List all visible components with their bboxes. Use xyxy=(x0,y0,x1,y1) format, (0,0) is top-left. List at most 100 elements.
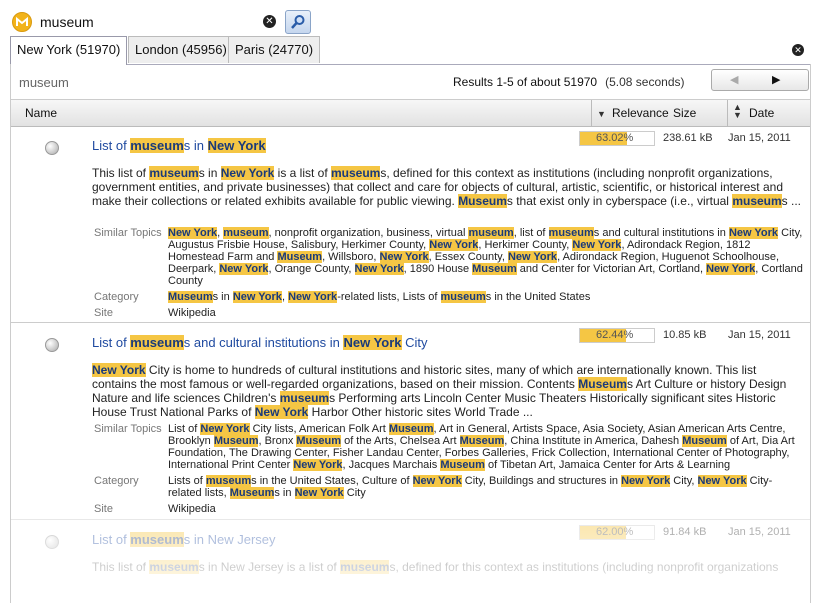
column-size[interactable]: Size xyxy=(673,106,696,120)
sort-descending-icon[interactable]: ▼ xyxy=(597,109,606,119)
results-count: Results 1-5 of about 51970 xyxy=(453,75,598,89)
highlighted-term: New York xyxy=(507,251,558,263)
tab-new-york[interactable]: New York (51970) xyxy=(10,36,128,65)
result-row[interactable]: List of museums in New York 63.02% 238.6… xyxy=(11,126,810,323)
highlighted-term: museum xyxy=(279,391,330,405)
result-date: Jan 15, 2011 xyxy=(728,132,791,144)
category-value: Museums in New York, New York-related li… xyxy=(168,291,591,303)
relevance-value: 62.44% xyxy=(596,329,634,341)
highlighted-term: New York xyxy=(429,239,479,251)
highlighted-term: New York xyxy=(728,227,779,239)
similar-topics-value: List of New York City lists, American Fo… xyxy=(168,423,795,471)
highlighted-term: New York xyxy=(293,459,343,471)
relevance-value: 63.02% xyxy=(596,132,634,144)
highlighted-term: New York xyxy=(621,475,671,487)
highlighted-term: New York xyxy=(343,335,402,350)
result-row[interactable]: List of museums in New Jersey 62.00% 91.… xyxy=(11,520,810,603)
highlighted-term: Museum xyxy=(213,435,259,447)
highlighted-term: New York xyxy=(254,405,309,419)
highlighted-term: museum xyxy=(130,335,184,350)
highlighted-term: museum xyxy=(205,475,252,487)
site-label: Site xyxy=(94,503,113,515)
result-size: 91.84 kB xyxy=(663,526,707,538)
results-time: (5.08 seconds) xyxy=(605,75,685,89)
highlighted-term: New York xyxy=(219,263,269,275)
category-value: Lists of museums in the United States, C… xyxy=(168,475,773,499)
highlighted-term: New York xyxy=(168,227,218,239)
location-tabs: New York (51970) London (45956) Paris (2… xyxy=(10,36,810,65)
search-input[interactable] xyxy=(40,12,260,32)
highlighted-term: museum xyxy=(440,291,486,303)
highlighted-term: Museum xyxy=(229,487,275,499)
results-summary: Results 1-5 of about 51970 (5.08 seconds) xyxy=(453,75,685,89)
result-row[interactable]: List of museums and cultural institution… xyxy=(11,323,810,520)
tab-london[interactable]: London (45956) xyxy=(128,36,234,63)
highlighted-term: Museum xyxy=(578,377,627,391)
highlighted-term: museum xyxy=(340,560,390,574)
result-snippet: New York City is home to hundreds of cul… xyxy=(92,363,787,419)
highlighted-term: museum xyxy=(468,227,514,239)
highlighted-term: Museum xyxy=(682,435,727,447)
results-panel: museum Results 1-5 of about 51970 (5.08 s… xyxy=(10,64,811,603)
highlighted-term: Museum xyxy=(168,291,213,303)
column-name[interactable]: Name xyxy=(25,106,57,120)
result-title[interactable]: List of museums in New York xyxy=(92,138,266,153)
relevance-value: 62.00% xyxy=(596,526,634,538)
magnifier-icon xyxy=(291,15,305,29)
highlighted-term: museum xyxy=(732,194,782,208)
similar-topics-label: Similar Topics xyxy=(94,423,162,435)
close-tab-icon[interactable]: ✕ xyxy=(792,44,804,56)
result-size: 10.85 kB xyxy=(663,329,707,341)
sort-toggle-icon[interactable]: ▲ ▼ xyxy=(733,103,742,120)
highlighted-term: museum xyxy=(223,227,269,239)
result-snippet: This list of museums in New Jersey is a … xyxy=(92,560,779,574)
result-title[interactable]: List of museums and cultural institution… xyxy=(92,335,428,350)
highlighted-term: museum xyxy=(149,166,199,180)
app-logo-icon xyxy=(12,12,32,32)
highlighted-term: museum xyxy=(149,560,199,574)
wikipedia-icon xyxy=(45,535,59,549)
category-label: Category xyxy=(94,291,139,303)
column-header-row: Name ▼ Relevance Size ▲ ▼ Date xyxy=(11,99,810,127)
highlighted-term: museum xyxy=(130,532,184,547)
highlighted-term: Museum xyxy=(472,263,517,275)
result-title[interactable]: List of museums in New Jersey xyxy=(92,532,276,547)
highlighted-term: Museum xyxy=(440,459,485,471)
highlighted-term: New York xyxy=(200,423,250,435)
query-label: museum xyxy=(19,75,69,90)
highlighted-term: Museum xyxy=(388,423,434,435)
highlighted-term: museum xyxy=(548,227,594,239)
highlighted-term: New York xyxy=(220,166,275,180)
column-relevance[interactable]: Relevance xyxy=(612,106,669,120)
next-page-icon[interactable]: ▶ xyxy=(772,73,780,86)
highlighted-term: Museum xyxy=(296,435,342,447)
highlighted-term: New York xyxy=(379,251,429,263)
highlighted-term: New York xyxy=(412,475,462,487)
category-label: Category xyxy=(94,475,139,487)
previous-page-icon[interactable]: ◀ xyxy=(730,73,738,86)
highlighted-term: New York xyxy=(294,487,344,499)
highlighted-term: New York xyxy=(572,239,622,251)
result-date: Jan 15, 2011 xyxy=(728,329,791,341)
highlighted-term: New York xyxy=(288,291,338,303)
tab-paris[interactable]: Paris (24770) xyxy=(228,36,321,63)
wikipedia-icon xyxy=(45,141,59,155)
relevance-bar: 62.44% xyxy=(579,328,655,343)
search-toolbar: ✕ xyxy=(0,0,820,34)
clear-search-icon[interactable]: ✕ xyxy=(263,15,276,28)
similar-topics-value: New York, museum, nonprofit organization… xyxy=(168,227,803,287)
relevance-bar: 62.00% xyxy=(579,525,655,540)
column-date[interactable]: Date xyxy=(749,106,774,120)
result-snippet: This list of museums in New York is a li… xyxy=(92,166,802,208)
highlighted-term: New York xyxy=(232,291,282,303)
highlighted-term: New York xyxy=(92,363,146,377)
search-button[interactable] xyxy=(285,10,311,34)
highlighted-term: Museum xyxy=(459,435,505,447)
result-size: 238.61 kB xyxy=(663,132,713,144)
highlighted-term: museum xyxy=(331,166,381,180)
highlighted-term: museum xyxy=(130,138,184,153)
site-value: Wikipedia xyxy=(168,503,216,515)
highlighted-term: New York xyxy=(354,263,404,275)
wikipedia-icon xyxy=(45,338,59,352)
highlighted-term: New York xyxy=(207,138,266,153)
